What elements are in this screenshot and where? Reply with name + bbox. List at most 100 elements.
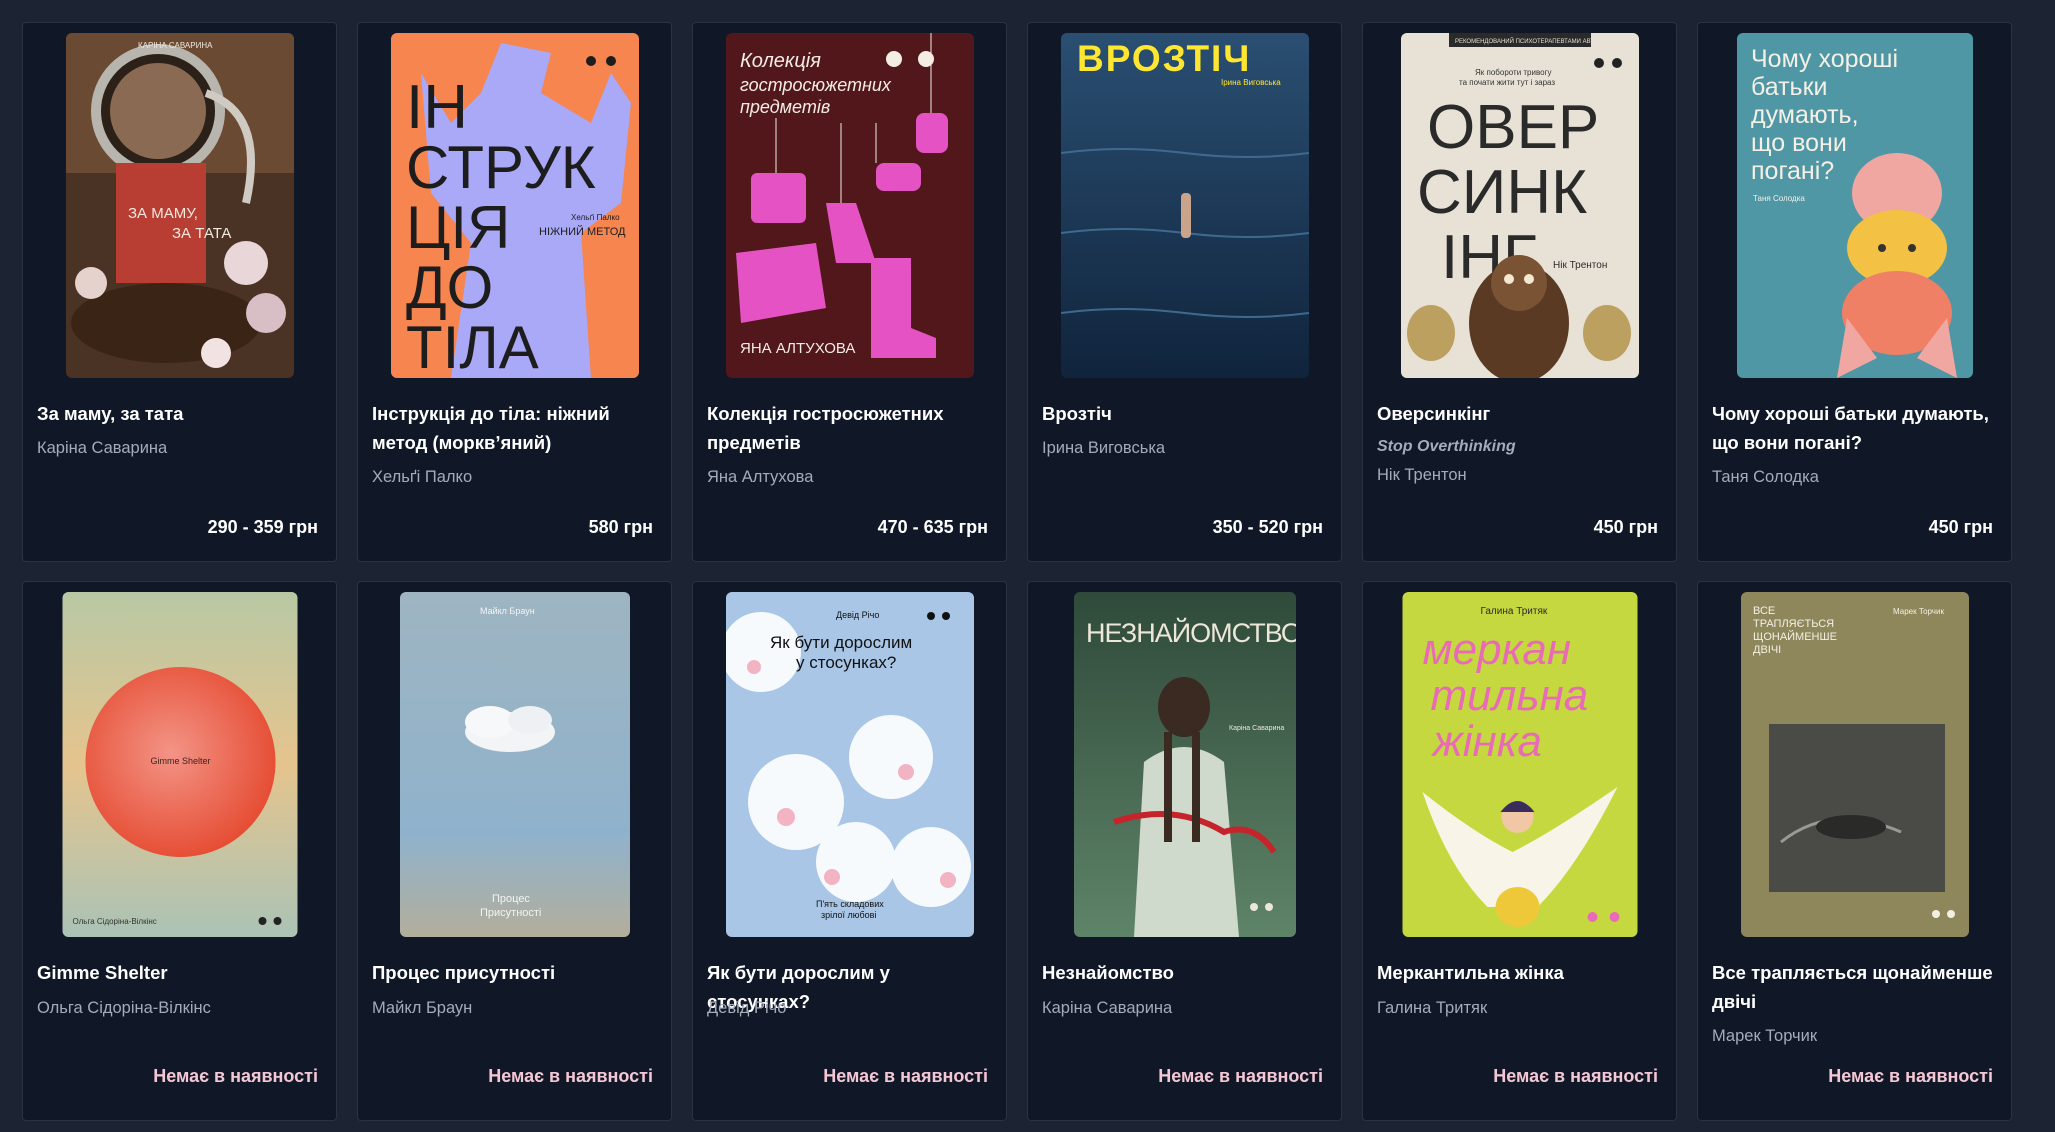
product-author[interactable]: Девід Річо xyxy=(707,998,992,1018)
product-title[interactable]: За маму, за тата xyxy=(37,399,322,428)
book-cover[interactable]: ВСЕ ТРАПЛЯЄТЬСЯ ЩОНАЙМЕНШЕ ДВІЧІ Марек Т… xyxy=(1740,592,1969,937)
svg-text:ЗА ТАТА: ЗА ТАТА xyxy=(172,225,231,242)
book-cover[interactable]: Галина Тритяк меркан тильна жінка xyxy=(1402,592,1637,937)
svg-text:СИНК: СИНК xyxy=(1417,158,1587,227)
product-price: Немає в наявності xyxy=(1158,1066,1323,1086)
product-card[interactable]: ІН СТРУК ЦІЯ ДО ТІЛА Хельґі Палко НІЖНИЙ… xyxy=(357,22,672,562)
cover-banner: РЕКОМЕНДОВАНИЙ ПСИХОТЕРАПЕВТАМИ АВТОР xyxy=(1455,37,1602,45)
book-cover[interactable]: Чому хороші батьки думають, що вони пога… xyxy=(1736,33,1973,378)
svg-text:батьки: батьки xyxy=(1751,73,1827,101)
product-title[interactable]: Врозтіч xyxy=(1042,399,1327,428)
svg-text:ДО: ДО xyxy=(406,254,493,321)
cover-author: Хельґі Палко xyxy=(571,213,620,222)
product-card[interactable]: Майкл Браун Процес Присутності Процес пр… xyxy=(357,581,672,1121)
product-price: 580 грн xyxy=(588,517,653,537)
product-author[interactable]: Ольга Сідоріна-Вілкінс xyxy=(37,998,322,1018)
product-title[interactable]: Чому хороші батьки думають, що вони пога… xyxy=(1712,399,1997,457)
book-cover[interactable]: РЕКОМЕНДОВАНИЙ ПСИХОТЕРАПЕВТАМИ АВТОР Як… xyxy=(1400,33,1639,378)
product-price: 290 - 359 грн xyxy=(207,517,318,537)
product-title[interactable]: Меркантильна жінка xyxy=(1377,958,1662,987)
book-cover[interactable]: НЕЗНАЙОМСТВО Каріна Саварина xyxy=(1073,592,1296,937)
product-title[interactable]: Оверсинкінг xyxy=(1377,399,1662,428)
svg-text:ЗА МАМУ,: ЗА МАМУ, xyxy=(128,205,198,222)
product-title[interactable]: Незнайомство xyxy=(1042,958,1327,987)
svg-text:Присутності: Присутності xyxy=(480,907,541,919)
svg-text:ЦІЯ: ЦІЯ xyxy=(406,194,510,261)
product-author[interactable]: Ірина Виговська xyxy=(1042,438,1327,458)
svg-text:НЕЗНАЙОМСТВО: НЕЗНАЙОМСТВО xyxy=(1086,617,1296,648)
svg-text:жінка: жінка xyxy=(1430,717,1542,766)
book-cover[interactable]: Gimme Shelter Ольга Сідоріна-Вілкінс xyxy=(62,592,297,937)
svg-text:ІН: ІН xyxy=(406,73,468,142)
book-cover[interactable]: Майкл Браун Процес Присутності xyxy=(399,592,630,937)
book-cover[interactable]: КАРІНА САВАРИНА ЗА МАМУ, ЗА ТАТА xyxy=(65,33,294,378)
svg-text:гостросюжетних: гостросюжетних xyxy=(740,75,892,95)
svg-text:П'ять складових: П'ять складових xyxy=(816,899,884,909)
book-cover[interactable]: ІН СТРУК ЦІЯ ДО ТІЛА Хельґі Палко НІЖНИЙ… xyxy=(390,33,639,378)
book-cover[interactable]: Колекція гостросюжетних предметів ЯНА АЛ… xyxy=(725,33,974,378)
svg-text:погані?: погані? xyxy=(1751,157,1834,185)
product-price: 350 - 520 грн xyxy=(1212,517,1323,537)
cover-title: Gimme Shelter xyxy=(150,756,210,766)
product-price: Немає в наявності xyxy=(1493,1066,1658,1086)
product-title[interactable]: Процес присутності xyxy=(372,958,657,987)
svg-text:ОВЕР: ОВЕР xyxy=(1427,93,1599,162)
product-card[interactable]: ВРОЗТІЧ Ірина Виговська Врозтіч Ірина Ви… xyxy=(1027,22,1342,562)
product-card[interactable]: РЕКОМЕНДОВАНИЙ ПСИХОТЕРАПЕВТАМИ АВТОР Як… xyxy=(1362,22,1677,562)
product-card[interactable]: КАРІНА САВАРИНА ЗА МАМУ, ЗА ТАТА За маму… xyxy=(22,22,337,562)
product-author[interactable]: Майкл Браун xyxy=(372,998,657,1018)
product-author[interactable]: Таня Солодка xyxy=(1712,467,1997,487)
svg-text:ТРАПЛЯЄТЬСЯ: ТРАПЛЯЄТЬСЯ xyxy=(1753,618,1834,630)
svg-text:зрілої любові: зрілої любові xyxy=(821,910,876,920)
cover-author: Ірина Виговська xyxy=(1221,78,1281,87)
product-author[interactable]: Хельґі Палко xyxy=(372,467,657,487)
svg-text:ВРОЗТІЧ: ВРОЗТІЧ xyxy=(1077,38,1251,79)
svg-text:ДВІЧІ: ДВІЧІ xyxy=(1753,644,1781,656)
cover-subtitle: НІЖНИЙ МЕТОД xyxy=(539,225,626,238)
svg-text:думають,: думають, xyxy=(1751,101,1859,129)
cover-author: Девід Річо xyxy=(836,610,879,620)
cover-author: Нік Трентон xyxy=(1553,260,1607,271)
cover-author: Галина Тритяк xyxy=(1480,606,1547,617)
product-card[interactable]: ВСЕ ТРАПЛЯЄТЬСЯ ЩОНАЙМЕНШЕ ДВІЧІ Марек Т… xyxy=(1697,581,2012,1121)
product-card[interactable]: Галина Тритяк меркан тильна жінка Меркан… xyxy=(1362,581,1677,1121)
product-price: Немає в наявності xyxy=(153,1066,318,1086)
product-card[interactable]: Колекція гостросюжетних предметів ЯНА АЛ… xyxy=(692,22,1007,562)
product-author[interactable]: Марек Торчик xyxy=(1712,1026,1997,1046)
product-author[interactable]: Яна Алтухова xyxy=(707,467,992,487)
svg-text:меркан: меркан xyxy=(1422,625,1571,674)
product-card[interactable]: Gimme Shelter Ольга Сідоріна-Вілкінс Gim… xyxy=(22,581,337,1121)
product-title[interactable]: Все трапляється щонайменше двічі xyxy=(1712,958,1997,1016)
book-cover[interactable]: Девід Річо Як бути дорослим у стосунках?… xyxy=(725,592,974,937)
cover-author: Каріна Саварина xyxy=(1229,724,1284,732)
product-card[interactable]: Девід Річо Як бути дорослим у стосунках?… xyxy=(692,581,1007,1121)
cover-author: Майкл Браун xyxy=(480,606,535,616)
cover-author: Таня Солодка xyxy=(1753,194,1805,203)
product-price: 450 грн xyxy=(1593,517,1658,537)
product-author[interactable]: Каріна Саварина xyxy=(37,438,322,458)
svg-text:ТІЛА: ТІЛА xyxy=(406,314,539,378)
product-title[interactable]: Колекція гостросюжетних предметів xyxy=(707,399,992,457)
svg-text:та почати жити тут і зараз: та почати жити тут і зараз xyxy=(1459,78,1555,87)
product-subtitle: Stop Overthinking xyxy=(1377,438,1516,455)
product-grid: КАРІНА САВАРИНА ЗА МАМУ, ЗА ТАТА За маму… xyxy=(22,22,2012,1121)
product-card[interactable]: Чому хороші батьки думають, що вони пога… xyxy=(1697,22,2012,562)
product-price: 470 - 635 грн xyxy=(877,517,988,537)
cover-author: Марек Торчик xyxy=(1893,607,1944,616)
svg-text:СТРУК: СТРУК xyxy=(406,134,596,201)
product-author[interactable]: Каріна Саварина xyxy=(1042,998,1327,1018)
product-author[interactable]: Нік Трентон xyxy=(1377,465,1662,485)
svg-text:у стосунках?: у стосунках? xyxy=(796,653,896,672)
svg-text:Чому хороші: Чому хороші xyxy=(1751,45,1898,73)
product-card[interactable]: НЕЗНАЙОМСТВО Каріна Саварина Незнайомств… xyxy=(1027,581,1342,1121)
svg-text:ЩОНАЙМЕНШЕ: ЩОНАЙМЕНШЕ xyxy=(1753,630,1837,643)
svg-text:що вони: що вони xyxy=(1751,129,1847,157)
svg-text:ВСЕ: ВСЕ xyxy=(1753,605,1775,617)
product-title[interactable]: Інструкція до тіла: ніжний метод (морквʼ… xyxy=(372,399,657,457)
product-price: Немає в наявності xyxy=(823,1066,988,1086)
product-title[interactable]: Gimme Shelter xyxy=(37,958,322,987)
book-cover[interactable]: ВРОЗТІЧ Ірина Виговська xyxy=(1060,33,1309,378)
svg-text:Як бути дорослим: Як бути дорослим xyxy=(770,633,912,652)
svg-text:Колекція: Колекція xyxy=(740,50,821,72)
product-author[interactable]: Галина Тритяк xyxy=(1377,998,1662,1018)
